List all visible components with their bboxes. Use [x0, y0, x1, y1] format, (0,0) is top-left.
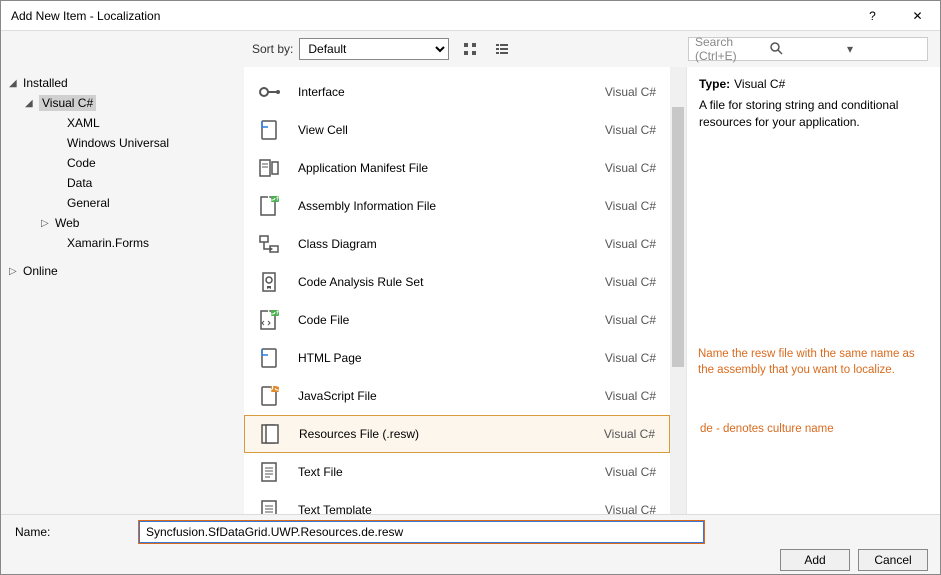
search-placeholder: Search (Ctrl+E): [695, 35, 769, 63]
template-language: Visual C#: [605, 123, 656, 137]
template-item[interactable]: Code Analysis Rule Set Visual C#: [244, 263, 670, 301]
template-item[interactable]: Class Diagram Visual C#: [244, 225, 670, 263]
ruleset-icon: [254, 267, 284, 297]
template-name: View Cell: [298, 123, 591, 137]
tree-general[interactable]: ▷General: [5, 193, 240, 213]
template-name: Code File: [298, 313, 591, 327]
tree-code[interactable]: ▷Code: [5, 153, 240, 173]
type-value: Visual C#: [734, 77, 785, 91]
html-icon: [254, 343, 284, 373]
sort-label: Sort by:: [252, 42, 293, 56]
tree-installed[interactable]: ◢Installed: [5, 73, 240, 93]
type-description: A file for storing string and conditiona…: [699, 97, 928, 131]
template-item[interactable]: Application Manifest File Visual C#: [244, 149, 670, 187]
template-name: Text File: [298, 465, 591, 479]
svg-text:C#: C#: [267, 193, 282, 204]
list-scrollbar[interactable]: [670, 67, 686, 514]
type-label: Type:: [699, 77, 730, 91]
template-name: Class Diagram: [298, 237, 591, 251]
text-icon: [254, 457, 284, 487]
template-item[interactable]: Resources File (.resw) Visual C#: [244, 415, 670, 453]
template-language: Visual C#: [605, 237, 656, 251]
text-icon: [254, 495, 284, 514]
template-language: Visual C#: [605, 503, 656, 514]
template-item[interactable]: C# Assembly Information File Visual C#: [244, 187, 670, 225]
template-language: Visual C#: [604, 427, 655, 441]
category-tree: ◢Installed ◢Visual C# ▷XAML ▷Windows Uni…: [1, 67, 244, 514]
tree-data[interactable]: ▷Data: [5, 173, 240, 193]
tree-online[interactable]: ▷Online: [5, 261, 240, 281]
template-name: Interface: [298, 85, 591, 99]
template-name: Code Analysis Rule Set: [298, 275, 591, 289]
asm-icon: C#: [254, 191, 284, 221]
template-language: Visual C#: [605, 389, 656, 403]
manifest-icon: [254, 153, 284, 183]
icons-view-button[interactable]: [459, 38, 481, 60]
template-language: Visual C#: [605, 351, 656, 365]
interface-icon: [254, 77, 284, 107]
search-icon: [769, 41, 843, 58]
template-item[interactable]: Interface Visual C#: [244, 73, 670, 111]
tree-windows-universal[interactable]: ▷Windows Universal: [5, 133, 240, 153]
toolbar: Sort by: Default Search (Ctrl+E) ▾: [1, 31, 940, 67]
template-item[interactable]: C# Code File Visual C#: [244, 301, 670, 339]
callout-naming-hint: Name the resw file with the same name as…: [698, 347, 928, 378]
template-item[interactable]: JS JavaScript File Visual C#: [244, 377, 670, 415]
list-view-button[interactable]: [491, 38, 513, 60]
template-name: JavaScript File: [298, 389, 591, 403]
template-language: Visual C#: [605, 199, 656, 213]
name-label: Name:: [13, 525, 131, 539]
codefile-icon: C#: [254, 305, 284, 335]
js-icon: JS: [254, 381, 284, 411]
chevron-down-icon: ▾: [847, 42, 921, 56]
template-item[interactable]: View Cell Visual C#: [244, 111, 670, 149]
template-item[interactable]: Text Template Visual C#: [244, 491, 670, 514]
svg-text:C#: C#: [267, 307, 282, 318]
search-input[interactable]: Search (Ctrl+E) ▾: [688, 37, 928, 61]
add-button[interactable]: Add: [780, 549, 850, 571]
title-bar: Add New Item - Localization ? ✕: [1, 1, 940, 31]
template-language: Visual C#: [605, 275, 656, 289]
template-name: HTML Page: [298, 351, 591, 365]
callout-culture-hint: de - denotes culture name: [700, 422, 880, 438]
svg-text:JS: JS: [268, 383, 282, 394]
template-name: Application Manifest File: [298, 161, 591, 175]
template-language: Visual C#: [605, 161, 656, 175]
template-item[interactable]: HTML Page Visual C#: [244, 339, 670, 377]
diagram-icon: [254, 229, 284, 259]
footer: Name: Add Cancel: [1, 514, 940, 574]
page-icon: [254, 115, 284, 145]
tree-web[interactable]: ▷Web: [5, 213, 240, 233]
tree-xaml[interactable]: ▷XAML: [5, 113, 240, 133]
window-title: Add New Item - Localization: [11, 9, 850, 23]
template-name: Text Template: [298, 503, 591, 514]
template-language: Visual C#: [605, 85, 656, 99]
cancel-button[interactable]: Cancel: [858, 549, 928, 571]
template-language: Visual C#: [605, 465, 656, 479]
tree-xamarin-forms[interactable]: ▷Xamarin.Forms: [5, 233, 240, 253]
tree-visual-csharp[interactable]: ◢Visual C#: [5, 93, 240, 113]
close-button[interactable]: ✕: [895, 1, 940, 31]
resw-icon: [255, 419, 285, 449]
template-name: Assembly Information File: [298, 199, 591, 213]
template-item[interactable]: Text File Visual C#: [244, 453, 670, 491]
help-button[interactable]: ?: [850, 1, 895, 31]
template-name: Resources File (.resw): [299, 427, 590, 441]
info-panel: Type: Visual C# A file for storing string…: [686, 67, 940, 514]
name-input[interactable]: [139, 521, 704, 543]
sort-dropdown[interactable]: Default: [299, 38, 449, 60]
template-list: InterfaceVisual C#View CellVisual C#Appl…: [244, 67, 670, 514]
template-language: Visual C#: [605, 313, 656, 327]
